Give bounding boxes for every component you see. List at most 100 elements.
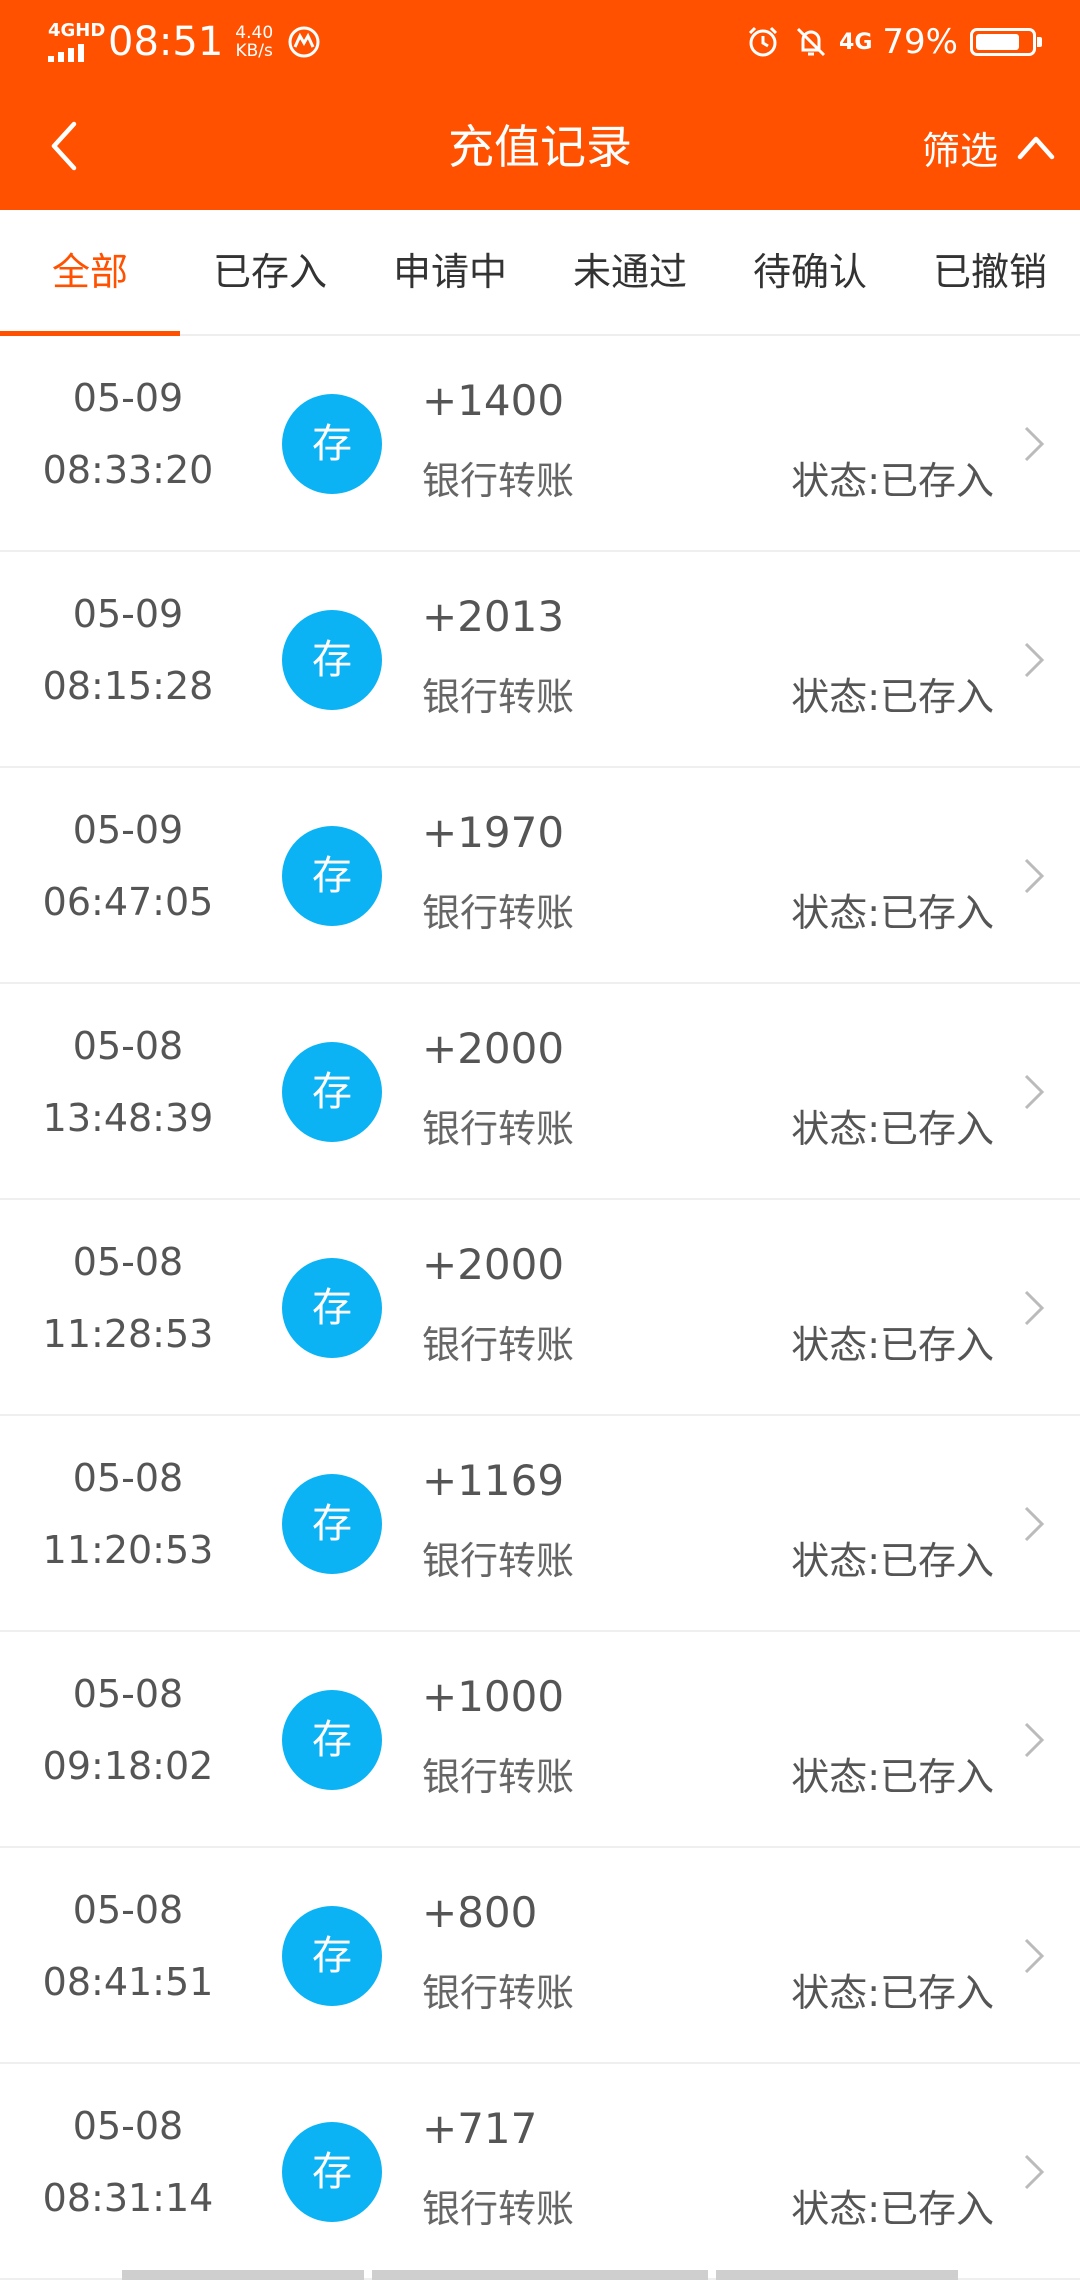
filter-label: 筛选 [921,128,998,173]
app-notification-icon [288,26,320,58]
record-row[interactable]: 05-08 11:28:53 存 +2000 银行转账 状态:已存入 [0,1200,1080,1416]
record-amount: +1169 [422,1456,565,1505]
status-right: 4G 79% [733,0,1042,84]
record-amount: +2000 [422,1024,565,1073]
record-date: 05-09 [72,376,184,420]
notifications-off-icon [796,27,826,57]
record-row[interactable]: 05-08 08:41:51 存 +800 银行转账 状态:已存入 [0,1848,1080,2064]
status-tabs: 全部 已存入 申请中 未通过 待确认 已撤销 [0,210,1080,336]
record-row[interactable]: 05-08 08:31:14 存 +717 银行转账 状态:已存入 [0,2064,1080,2280]
deposit-badge: 存 [282,1042,382,1142]
chevron-right-icon [1024,426,1045,462]
battery-fill [976,34,1019,50]
deposit-badge: 存 [282,1906,382,2006]
record-row[interactable]: 05-08 13:48:39 存 +2000 银行转账 状态:已存入 [0,984,1080,1200]
tab-rejected[interactable]: 未通过 [540,210,720,334]
record-time: 06:47:05 [42,880,214,924]
chevron-right-icon [1024,1074,1045,1110]
network-speed-value: 4.40 [235,23,274,43]
tab-pending-confirmation[interactable]: 待确认 [720,210,900,334]
tab-all[interactable]: 全部 [0,210,180,334]
record-row[interactable]: 05-09 08:15:28 存 +2013 银行转账 状态:已存入 [0,552,1080,768]
signal-icon: 4GHD [48,20,106,62]
record-method: 银行转账 [422,675,575,719]
record-amount: +800 [422,1888,538,1937]
record-method: 银行转账 [422,1107,575,1151]
record-status: 状态:已存入 [791,2187,994,2231]
chevron-right-icon [1024,642,1045,678]
chevron-up-icon [1017,136,1055,160]
record-time: 08:31:14 [42,2176,214,2220]
record-time: 08:41:51 [42,1960,214,2004]
record-date: 05-09 [72,808,184,852]
record-amount: +1970 [422,808,565,857]
network-label: 4GHD [48,20,106,41]
status-left: 4GHD 08:51 4.40 KB/s [48,0,321,84]
chevron-right-icon [1024,2154,1045,2190]
record-date: 05-08 [72,1672,184,1716]
battery-percent: 79% [882,22,958,62]
scroll-indicator [372,2270,708,2280]
scroll-indicator [716,2270,958,2280]
record-date: 05-08 [72,1456,184,1500]
chevron-right-icon [1024,1506,1045,1542]
record-status: 状态:已存入 [791,1107,994,1151]
record-method: 银行转账 [422,1323,575,1367]
record-row[interactable]: 05-09 08:33:20 存 +1400 银行转账 状态:已存入 [0,336,1080,552]
record-amount: +717 [422,2104,538,2153]
record-amount: +2013 [422,592,565,641]
record-date: 05-08 [72,1240,184,1284]
record-status: 状态:已存入 [791,1971,994,2015]
record-row[interactable]: 05-08 11:20:53 存 +1169 银行转账 状态:已存入 [0,1416,1080,1632]
chevron-right-icon [1024,1938,1045,1974]
record-method: 银行转账 [422,459,575,503]
nav-bar: 充值记录 筛选 [0,84,1080,210]
filter-button[interactable]: 筛选 [922,84,1056,210]
record-method: 银行转账 [422,1755,575,1799]
record-row[interactable]: 05-08 09:18:02 存 +1000 银行转账 状态:已存入 [0,1632,1080,1848]
recharge-record-list: 05-09 08:33:20 存 +1400 银行转账 状态:已存入 05-09… [0,336,1080,2280]
chevron-right-icon [1024,1722,1045,1758]
record-time: 08:33:20 [42,448,214,492]
record-date: 05-08 [72,2104,184,2148]
chevron-right-icon [1024,858,1045,894]
deposit-badge: 存 [282,394,382,494]
record-amount: +2000 [422,1240,565,1289]
tab-deposited[interactable]: 已存入 [180,210,360,334]
mobile-data-label: 4G [839,29,873,55]
record-method: 银行转账 [422,2187,575,2231]
record-date: 05-08 [72,1024,184,1068]
record-status: 状态:已存入 [791,1539,994,1583]
deposit-badge: 存 [282,1258,382,1358]
record-status: 状态:已存入 [791,891,994,935]
record-time: 11:28:53 [42,1312,214,1356]
network-speed: 4.40 KB/s [235,24,273,60]
scroll-indicator [122,2270,364,2280]
record-status: 状态:已存入 [791,1323,994,1367]
deposit-badge: 存 [282,826,382,926]
record-amount: +1000 [422,1672,565,1721]
record-time: 13:48:39 [42,1096,214,1140]
record-method: 银行转账 [422,1539,575,1583]
record-time: 08:15:28 [42,664,214,708]
tab-applying[interactable]: 申请中 [360,210,540,334]
status-bar: 4GHD 08:51 4.40 KB/s 4G 79% [0,0,1080,84]
record-time: 11:20:53 [42,1528,214,1572]
record-status: 状态:已存入 [791,459,994,503]
tab-cancelled[interactable]: 已撤销 [900,210,1080,334]
record-method: 银行转账 [422,891,575,935]
chevron-right-icon [1024,1290,1045,1326]
record-status: 状态:已存入 [791,675,994,719]
battery-icon [970,28,1042,56]
record-time: 09:18:02 [42,1744,214,1788]
record-method: 银行转账 [422,1971,575,2015]
record-row[interactable]: 05-09 06:47:05 存 +1970 银行转账 状态:已存入 [0,768,1080,984]
deposit-badge: 存 [282,1474,382,1574]
page-title: 充值记录 [448,120,632,174]
deposit-badge: 存 [282,610,382,710]
record-date: 05-08 [72,1888,184,1932]
record-amount: +1400 [422,376,565,425]
deposit-badge: 存 [282,1690,382,1790]
record-date: 05-09 [72,592,184,636]
network-speed-unit: KB/s [235,41,273,61]
